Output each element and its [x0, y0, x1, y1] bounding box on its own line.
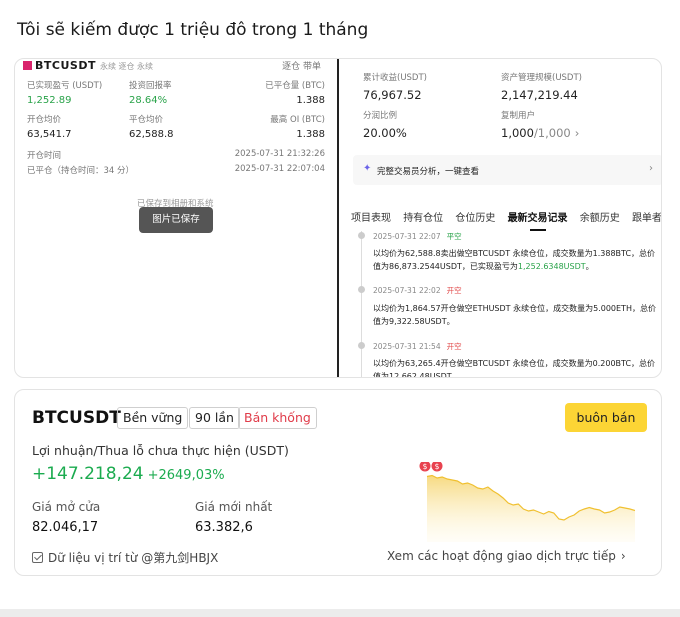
stat-realized-pnl: 已实现盈亏 (USDT) 1,252.89 [27, 81, 103, 106]
marker-glyph: $ [435, 462, 440, 471]
open-price-label: Giá mở cửa [32, 500, 101, 514]
data-source-note: Dữ liệu vị trí từ @第九剑HBJX [32, 549, 218, 566]
pair-title: BTCUSDT [32, 408, 121, 428]
trade-button[interactable]: buôn bán [565, 403, 647, 432]
position-detail-pane: BTCUSDT 永续 逐仓 永续 逐仓 带单 已实现盈亏 (USDT) 1,252… [15, 59, 337, 377]
profile-tabs: 项目表现 持有仓位 仓位历史 最新交易记录 余额历史 跟单者 [351, 209, 661, 224]
bottom-strip [0, 609, 680, 617]
tab-position-history[interactable]: 仓位历史 [455, 213, 495, 224]
open-time-row: 开仓时间 2025-07-31 21:32:26 [27, 149, 325, 161]
open-price-value: 82.046,17 [32, 520, 99, 535]
chevron-right-icon: › [649, 163, 653, 174]
side-badge: Bán khống [238, 407, 317, 429]
symbol-meta: 永续 逐仓 永续 [99, 62, 154, 71]
sparkle-icon: ✦ [363, 163, 372, 174]
shield-check-icon [32, 552, 43, 563]
stat-aum: 资产管理规模(USDT) 2,147,219.44 [501, 73, 582, 102]
symbol-right-label: 逐仓 带单 [282, 62, 321, 71]
timeline-time: 2025-07-31 22:07 平空 [373, 232, 462, 241]
trade-marker-icon: $ [431, 462, 443, 472]
margin-badge: Bền vững [117, 407, 189, 429]
last-price-value: 63.382,6 [195, 520, 253, 535]
stat-closed-qty: 已平仓量 (BTC) 1.388 [265, 81, 325, 106]
stat-profit-share: 分润比例 20.00% [363, 111, 407, 140]
stat-max-oi: 最高 OI (BTC) 1.388 [270, 115, 325, 140]
stat-open-avg: 开仓均价 63,541.7 [27, 115, 72, 140]
symbol-text: BTCUSDT [35, 59, 96, 71]
stat-close-avg: 平仓均价 62,588.8 [129, 115, 174, 140]
chart-area [427, 475, 635, 542]
page-title: Tôi sẽ kiếm được 1 triệu đô trong 1 thán… [17, 20, 369, 40]
timeline-text: 以均价为62,588.8卖出做空BTCUSDT 永续仓位，成交数量为1.388B… [373, 249, 656, 271]
timeline-dot [358, 286, 365, 293]
symbol-header: BTCUSDT 永续 逐仓 永续 逐仓 带单 [23, 59, 333, 71]
saved-toast: 图片已保存 [139, 207, 213, 233]
tab-performance[interactable]: 项目表现 [351, 213, 391, 224]
pnl-label: Lợi nhuận/Thua lỗ chưa thực hiện (USDT) [32, 443, 289, 458]
marker-glyph: $ [423, 462, 428, 471]
price-sparkline-chart: $ $ [419, 462, 635, 542]
tab-positions[interactable]: 持有仓位 [403, 213, 443, 224]
stat-copy-users[interactable]: 复制用户 1,000/1,000 › [501, 109, 579, 140]
pnl-percent: +2649,03% [147, 468, 225, 483]
trader-analysis-link[interactable]: ✦ 完整交易员分析，一键查看 › [353, 155, 661, 185]
embedded-screenshot: BTCUSDT 永续 逐仓 永续 逐仓 带单 已实现盈亏 (USDT) 1,252… [14, 58, 662, 378]
timeline-text: 以均价为63,265.4开仓做空BTCUSDT 永续仓位，成交数量为0.200B… [373, 359, 656, 378]
stat-total-profit: 累计收益(USDT) 76,967.52 [363, 73, 427, 102]
last-price-label: Giá mới nhất [195, 500, 273, 514]
tab-latest-trades[interactable]: 最新交易记录 [508, 213, 568, 224]
timeline-time: 2025-07-31 22:02 开空 [373, 286, 462, 295]
tab-balance-history[interactable]: 余额历史 [580, 213, 620, 224]
chevron-right-icon: › [620, 549, 626, 563]
trade-marker-icon: $ [419, 462, 431, 472]
trade-card: BTCUSDT Bền vững 90 lần Bán khống buôn b… [14, 389, 662, 576]
timeline-text: 以均价为1,864.57开仓做空ETHUSDT 永续仓位，成交数量为5.000E… [373, 304, 656, 326]
stat-roi: 投资回报率 28.64% [129, 81, 172, 106]
pnl-value: +147.218,24 +2649,03% [32, 464, 225, 484]
timeline-dot [358, 342, 365, 349]
view-live-trades-link[interactable]: Xem các hoạt động giao dịch trực tiếp › [387, 549, 626, 563]
close-time-row: 已平仓（持仓时间：34 分） 2025-07-31 22:07:04 [27, 164, 325, 176]
timeline-time: 2025-07-31 21:54 开空 [373, 342, 462, 351]
timeline-line [361, 231, 362, 377]
exchange-logo-icon [23, 61, 32, 70]
leverage-badge: 90 lần [189, 407, 240, 429]
tab-copiers[interactable]: 跟单者 [632, 213, 661, 224]
chevron-right-icon: › [574, 126, 580, 140]
trader-profile-pane: 累计收益(USDT) 76,967.52 资产管理规模(USDT) 2,147,… [339, 59, 661, 377]
timeline-dot [358, 232, 365, 239]
